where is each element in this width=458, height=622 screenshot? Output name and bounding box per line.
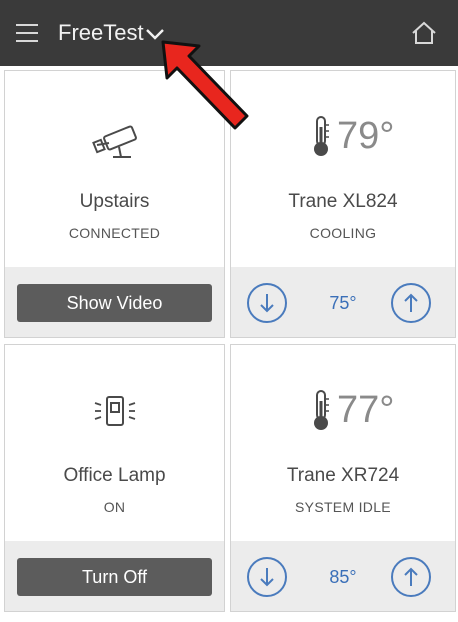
device-name: Upstairs (79, 191, 150, 212)
card-footer: Turn Off (5, 541, 224, 611)
turn-off-button[interactable]: Turn Off (17, 558, 212, 596)
site-title[interactable]: FreeTest (58, 20, 144, 46)
device-card-thermostat-xr724[interactable]: 77° Trane XR724 SYSTEM IDLE 85° (230, 344, 456, 612)
arrow-up-icon (404, 293, 418, 312)
device-name: Trane XR724 (286, 465, 400, 486)
device-status: ON (103, 499, 126, 515)
light-switch-icon (94, 396, 136, 426)
increase-setpoint-button[interactable] (391, 557, 431, 597)
device-name: Office Lamp (63, 465, 166, 486)
card-footer: Show Video (5, 267, 224, 337)
current-temperature: 77° (337, 389, 395, 431)
arrow-up-icon (404, 567, 418, 586)
card-footer: 75° (231, 267, 455, 337)
home-icon[interactable] (411, 21, 437, 45)
device-card-thermostat-xl824[interactable]: 79° Trane XL824 COOLING 75° (230, 70, 456, 338)
thermometer-icon (314, 116, 329, 156)
device-status: SYSTEM IDLE (295, 499, 391, 515)
device-name: Trane XL824 (288, 191, 398, 212)
show-video-button[interactable]: Show Video (17, 284, 212, 322)
device-status: COOLING (309, 225, 377, 241)
device-card-lamp[interactable]: Office Lamp ON Turn Off (4, 344, 225, 612)
red-arrow-pointer (161, 40, 249, 130)
card-footer: 85° (231, 541, 455, 611)
device-status: CONNECTED (68, 225, 161, 241)
camera-icon (92, 125, 137, 158)
thermometer-icon (314, 390, 329, 430)
increase-setpoint-button[interactable] (391, 283, 431, 323)
current-temperature: 79° (337, 115, 395, 157)
hamburger-icon[interactable] (16, 24, 38, 42)
